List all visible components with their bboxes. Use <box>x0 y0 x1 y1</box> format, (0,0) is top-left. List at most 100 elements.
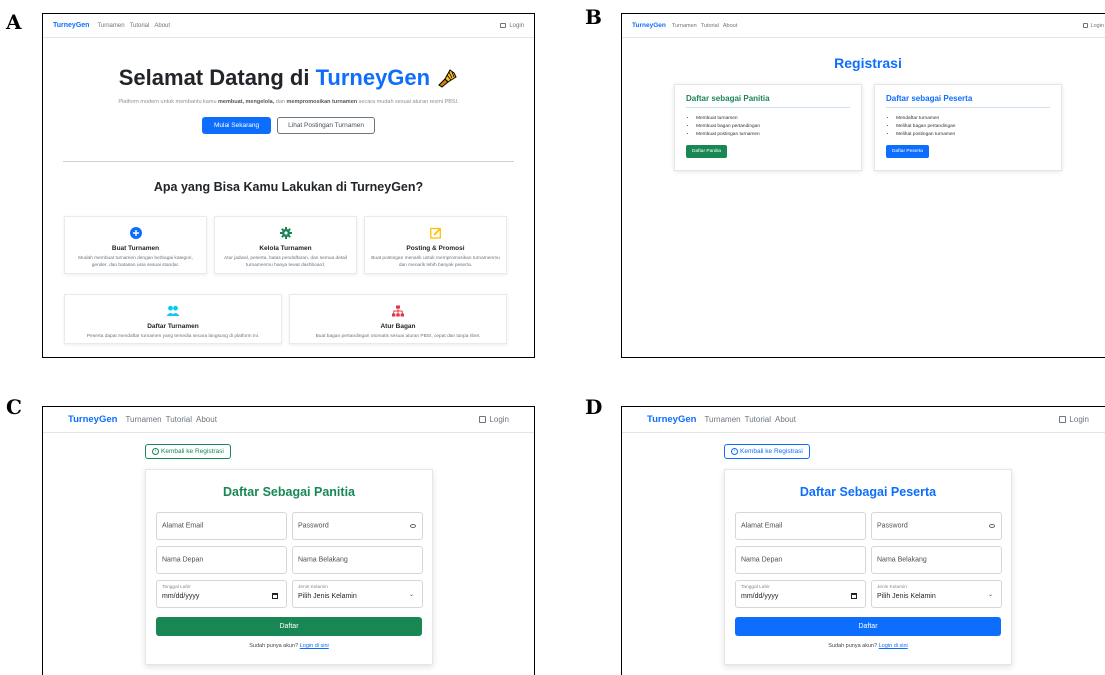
navbar: TurneyGen Turnamen Tutorial About Login <box>622 407 1105 433</box>
gender-label: Jenis Kelamin <box>298 585 328 590</box>
nav-link-turnamen[interactable]: Turnamen <box>125 415 161 424</box>
panel-label-b: B <box>585 5 602 29</box>
email-field[interactable]: Alamat Email <box>735 512 866 540</box>
brand-logo[interactable]: TurneyGen <box>632 22 666 29</box>
hero-sub-bold: membuat, mengelola, <box>218 99 275 105</box>
feature-desc: Buat bagan pertandingan otomatis sesuai … <box>315 334 481 339</box>
daftar-peserta-button[interactable]: Daftar Peserta <box>886 144 929 158</box>
gender-select[interactable]: Jenis Kelamin Pilih Jenis Kelamin ⌄ <box>292 580 423 608</box>
list-item: Mendaftar turnamen <box>896 115 1050 123</box>
brand-logo[interactable]: TurneyGen <box>53 22 89 29</box>
first-name-field[interactable]: Nama Depan <box>735 546 866 574</box>
card-peserta: Daftar sebagai Peserta Mendaftar turname… <box>874 84 1062 171</box>
feature-title: Daftar Turnamen <box>147 323 199 330</box>
hero-sub-text: secara mudah sesuai aturan resmi PBSI. <box>357 99 459 105</box>
nav-link-about[interactable]: About <box>723 23 737 29</box>
gender-select[interactable]: Jenis Kelamin Pilih Jenis Kelamin ⌄ <box>871 580 1002 608</box>
panel-label-c: C <box>6 395 22 419</box>
login-prompt-text: Sudah punya akun? <box>249 643 299 649</box>
submit-button[interactable]: Daftar <box>156 617 422 636</box>
dob-field[interactable]: Tanggal Lahir mm/dd/yyyy <box>156 580 287 608</box>
arrow-left-circle-icon: ‹ <box>731 448 738 455</box>
arrow-left-circle-icon: ‹ <box>152 448 159 455</box>
back-label: Kembali ke Registrasi <box>740 448 803 455</box>
feature-card-atur-bagan: Atur Bagan Buat bagan pertandingan otoma… <box>289 294 507 344</box>
feature-card-posting-promosi: Posting & Promosi Buat postingan menarik… <box>364 216 507 274</box>
feature-title: Kelola Turnamen <box>259 245 312 252</box>
back-button[interactable]: ‹ Kembali ke Registrasi <box>724 444 810 459</box>
feature-card-daftar-turnamen: Daftar Turnamen Peserta dapat mendaftar … <box>64 294 282 344</box>
back-label: Kembali ke Registrasi <box>161 448 224 455</box>
section-divider <box>63 161 514 162</box>
login-link[interactable]: Login <box>479 415 509 424</box>
login-label: Login <box>489 415 509 424</box>
login-label: Login <box>1069 415 1089 424</box>
nav-link-about[interactable]: About <box>154 23 170 29</box>
start-now-button[interactable]: Mulai Sekarang <box>201 117 272 134</box>
dob-field[interactable]: Tanggal Lahir mm/dd/yyyy <box>735 580 866 608</box>
first-name-placeholder: Nama Depan <box>162 556 204 564</box>
nav-link-about[interactable]: About <box>196 415 217 424</box>
brand-logo[interactable]: TurneyGen <box>647 414 696 425</box>
hero-sub-bold: mempromosikan turnamen <box>286 99 358 105</box>
gender-label: Jenis Kelamin <box>877 585 907 590</box>
list-item: Melihat postingan turnamen <box>896 131 1050 139</box>
email-placeholder: Alamat Email <box>162 522 204 530</box>
calendar-icon[interactable] <box>272 593 278 599</box>
calendar-icon[interactable] <box>851 593 857 599</box>
panel-home: TurneyGen Turnamen Tutorial About Login … <box>42 13 535 358</box>
login-prompt-text: Sudah punya akun? <box>828 643 878 649</box>
feature-desc: Peserta dapat mendaftar turnamen yang te… <box>86 334 260 339</box>
nav-link-turnamen[interactable]: Turnamen <box>672 23 697 29</box>
gender-value: Pilih Jenis Kelamin <box>877 593 936 600</box>
login-link[interactable]: Login <box>1059 415 1089 424</box>
login-here-link[interactable]: Login di sini <box>879 643 908 649</box>
email-field[interactable]: Alamat Email <box>156 512 287 540</box>
register-form: Daftar Sebagai Panitia Alamat Email Pass… <box>145 469 433 665</box>
first-name-field[interactable]: Nama Depan <box>156 546 287 574</box>
last-name-field[interactable]: Nama Belakang <box>871 546 1002 574</box>
password-field[interactable]: Password <box>871 512 1002 540</box>
submit-button[interactable]: Daftar <box>735 617 1001 636</box>
chevron-down-icon: ⌄ <box>408 592 414 598</box>
register-form: Daftar Sebagai Peserta Alamat Email Pass… <box>724 469 1012 665</box>
edit-icon <box>429 227 441 239</box>
card-title: Daftar sebagai Panitia <box>686 94 850 108</box>
feature-card-kelola-turnamen: Kelola Turnamen Atur jadwal, peserta, ba… <box>214 216 357 274</box>
login-here-link[interactable]: Login di sini <box>300 643 329 649</box>
gear-icon <box>279 227 292 239</box>
back-button[interactable]: ‹ Kembali ke Registrasi <box>145 444 231 459</box>
panel-register-peserta: TurneyGen Turnamen Tutorial About Login … <box>621 406 1105 675</box>
view-posts-button[interactable]: Lihat Postingan Turnamen <box>277 117 376 134</box>
eye-icon[interactable] <box>989 524 995 528</box>
page-title: Registrasi <box>834 55 902 71</box>
login-icon <box>479 416 487 423</box>
brand-logo[interactable]: TurneyGen <box>68 414 117 425</box>
first-name-placeholder: Nama Depan <box>741 556 783 564</box>
login-link[interactable]: Login <box>1082 23 1104 29</box>
eye-icon[interactable] <box>410 524 416 528</box>
form-title: Daftar Sebagai Peserta <box>799 485 937 499</box>
card-panitia: Daftar sebagai Panitia Membuat turnamen … <box>674 84 862 171</box>
list-item: Membuat postingan turnamen <box>696 131 850 139</box>
nav-link-tutorial[interactable]: Tutorial <box>745 415 771 424</box>
daftar-panitia-button[interactable]: Daftar Panitia <box>686 144 728 158</box>
list-item: Melihat bagan pertandingan <box>896 123 1050 131</box>
nav-link-about[interactable]: About <box>775 415 796 424</box>
feature-desc: Atur jadwal, peserta, batas pendaftaran,… <box>224 256 347 268</box>
nav-link-tutorial[interactable]: Tutorial <box>166 415 192 424</box>
password-field[interactable]: Password <box>292 512 423 540</box>
nav-link-tutorial[interactable]: Tutorial <box>130 23 150 29</box>
password-placeholder: Password <box>877 522 908 530</box>
login-link[interactable]: Login <box>500 23 524 29</box>
hero-title: Selamat Datang di TurneyGen <box>43 65 534 91</box>
login-icon <box>1059 416 1067 423</box>
form-title: Daftar Sebagai Panitia <box>223 485 355 499</box>
last-name-field[interactable]: Nama Belakang <box>292 546 423 574</box>
nav-link-turnamen[interactable]: Turnamen <box>704 415 740 424</box>
badminton-shuttlecock-icon <box>438 69 457 88</box>
chevron-down-icon: ⌄ <box>987 592 993 598</box>
nav-link-turnamen[interactable]: Turnamen <box>97 23 124 29</box>
nav-link-tutorial[interactable]: Tutorial <box>701 23 719 29</box>
feature-desc: Mudah membuat turnamen dengan berbagai k… <box>78 256 193 268</box>
